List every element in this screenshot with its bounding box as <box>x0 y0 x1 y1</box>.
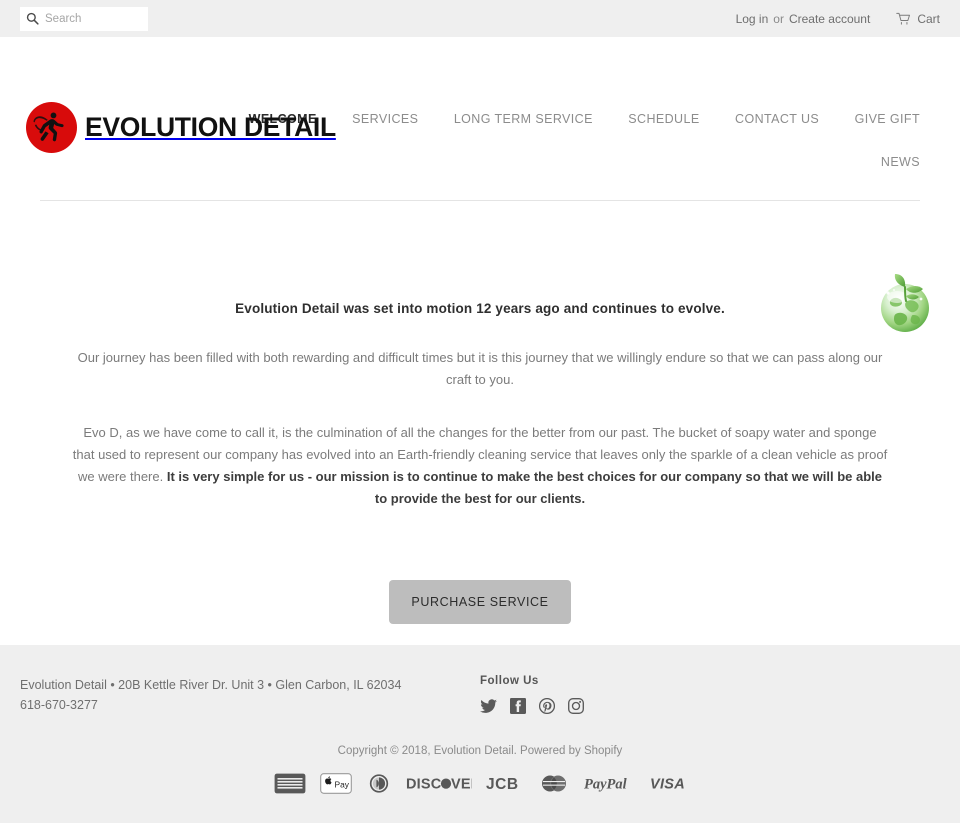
search-box[interactable] <box>20 6 148 31</box>
visa-icon: VISA <box>650 773 686 793</box>
follow-us-title: Follow Us <box>480 675 539 687</box>
green-earth-plant-icon <box>874 263 936 335</box>
cart-label: Cart <box>917 11 940 26</box>
search-icon <box>26 12 39 25</box>
paypal-icon: PayPal <box>584 773 636 793</box>
cart-link[interactable]: Cart <box>896 12 940 26</box>
footer-copyright: Copyright © 2018, Evolution Detail. Powe… <box>337 745 623 757</box>
top-utility-bar: Log in or Create account Cart <box>0 0 960 37</box>
footer-phone: 618-670-3277 <box>20 698 98 712</box>
follow-us-block: Follow Us <box>480 675 584 715</box>
discover-icon: DISC VER <box>406 773 472 793</box>
running-figure-logo-icon <box>26 102 77 153</box>
footer-top-row: Evolution Detail • 20B Kettle River Dr. … <box>20 645 940 715</box>
footer-address-line-1: Evolution Detail • 20B Kettle River Dr. … <box>20 678 402 692</box>
mastercard-icon <box>538 773 570 793</box>
nav-item-services[interactable]: SERVICES <box>352 113 418 126</box>
payment-methods: Pay DISC VER <box>20 772 940 794</box>
site-header: EVOLUTION DETAIL WELCOME SERVICES LONG T… <box>0 37 960 201</box>
create-account-link[interactable]: Create account <box>789 12 870 26</box>
paragraph-journey: Our journey has been filled with both re… <box>77 350 883 387</box>
cta-container: PURCHASE SERVICE <box>20 580 940 624</box>
purchase-service-button[interactable]: PURCHASE SERVICE <box>389 580 571 624</box>
american-express-icon <box>274 773 306 793</box>
social-links <box>480 697 584 715</box>
main-content: Evolution Detail was set into motion 12 … <box>0 201 960 624</box>
page-root: Log in or Create account Cart <box>0 0 960 823</box>
paragraph-mission-bold: It is very simple for us - our mission i… <box>166 469 883 506</box>
brand-logo-link[interactable]: EVOLUTION DETAIL <box>26 102 336 153</box>
nav-item-contact-us[interactable]: CONTACT US <box>735 113 819 126</box>
twitter-icon[interactable] <box>480 698 497 714</box>
shopping-cart-icon <box>896 12 911 25</box>
login-link[interactable]: Log in <box>736 12 769 26</box>
search-input[interactable] <box>45 12 135 25</box>
nav-item-schedule[interactable]: SCHEDULE <box>628 113 699 126</box>
account-and-cart: Log in or Create account Cart <box>736 12 940 26</box>
content-body: Evolution Detail was set into motion 12 … <box>20 201 940 624</box>
nav-item-give-gift[interactable]: GIVE GIFT <box>855 113 920 126</box>
apple-pay-icon: Pay <box>320 772 352 794</box>
facebook-icon[interactable] <box>510 698 526 714</box>
nav-item-news[interactable]: NEWS <box>881 156 920 169</box>
jcb-icon: JCB <box>486 773 524 793</box>
footer-address: Evolution Detail • 20B Kettle River Dr. … <box>20 675 480 715</box>
svg-text:Pay: Pay <box>335 779 350 789</box>
nav-item-long-term-service[interactable]: LONG TERM SERVICE <box>454 113 593 126</box>
diners-club-icon <box>366 773 392 793</box>
or-separator: or <box>773 11 784 26</box>
svg-text:DISC: DISC <box>406 776 442 792</box>
paragraph-mission: Evo D, as we have come to call it, is th… <box>71 422 889 510</box>
svg-text:VISA: VISA <box>650 776 685 792</box>
nav-row-2: NEWS <box>20 154 920 170</box>
svg-text:PayPal: PayPal <box>584 776 627 792</box>
brand-name: EVOLUTION DETAIL <box>85 112 336 142</box>
instagram-icon[interactable] <box>568 698 584 714</box>
pinterest-icon[interactable] <box>538 697 556 715</box>
svg-text:VER: VER <box>451 776 472 792</box>
svg-text:JCB: JCB <box>486 776 519 793</box>
site-footer: Evolution Detail • 20B Kettle River Dr. … <box>0 645 960 823</box>
lead-heading: Evolution Detail was set into motion 12 … <box>235 301 725 316</box>
